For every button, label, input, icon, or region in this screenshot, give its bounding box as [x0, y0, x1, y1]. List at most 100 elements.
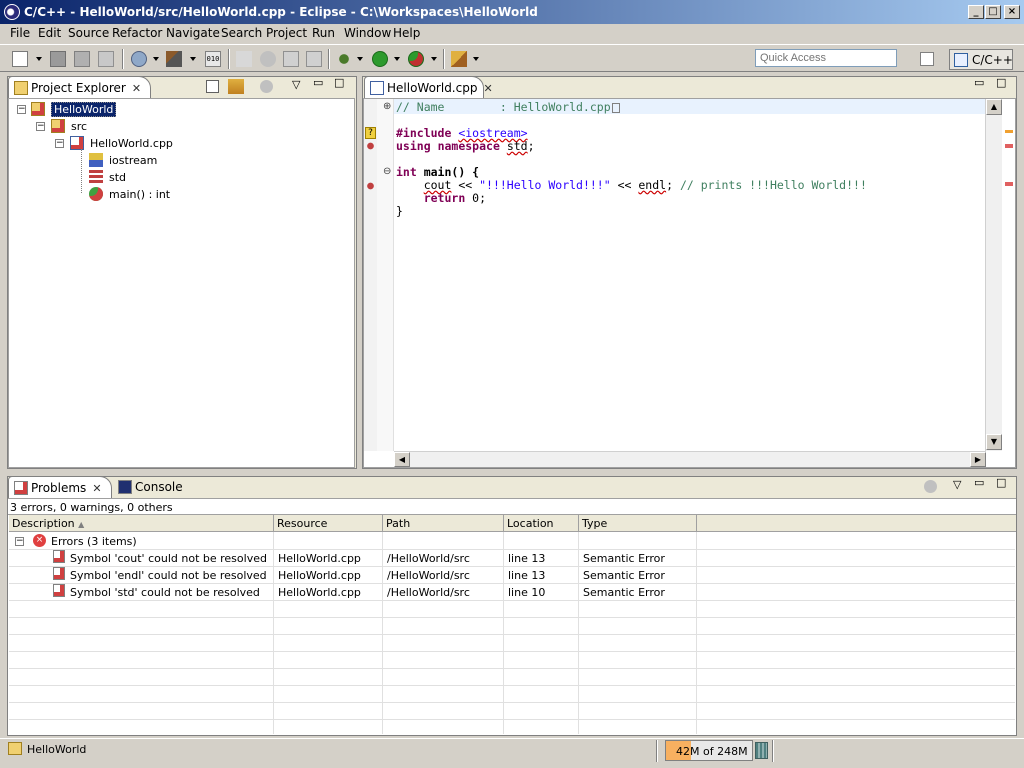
column-header-resource[interactable]: Resource [274, 515, 383, 532]
menu-help[interactable]: Help [393, 26, 420, 40]
edit-icon[interactable] [236, 51, 252, 67]
collapse-fold-icon[interactable]: ⊖ [383, 166, 391, 177]
collapse-all-icon[interactable] [206, 80, 219, 93]
error-bug-marker-icon[interactable] [364, 140, 377, 152]
warning-marker-icon[interactable]: ? [365, 127, 376, 139]
problem-description[interactable]: Symbol 'cout' could not be resolved [70, 552, 267, 565]
garbage-collect-trash-icon[interactable] [755, 742, 768, 759]
group-label[interactable]: Errors (3 items) [51, 535, 137, 548]
problem-description[interactable]: Symbol 'std' could not be resolved [70, 586, 260, 599]
eclipse-logo-icon [4, 4, 20, 20]
filter-icon[interactable] [260, 80, 273, 93]
collapse-group-icon[interactable]: − [15, 537, 24, 546]
column-header-type[interactable]: Type [579, 515, 697, 532]
column-header-description[interactable]: Description ▲ [9, 515, 274, 532]
tree-item-iostream[interactable]: iostream [109, 154, 157, 167]
close-button[interactable]: × [1004, 5, 1020, 19]
column-header-location[interactable]: Location [504, 515, 579, 532]
scroll-right-icon[interactable]: ▶ [970, 452, 986, 467]
problem-path: /HelloWorld/src [387, 569, 470, 582]
error-overview-marker[interactable] [1005, 182, 1013, 186]
minimize-view-button[interactable]: ▭ [313, 76, 323, 89]
column-header-path[interactable]: Path [383, 515, 504, 532]
configurations-dropdown-icon[interactable] [153, 57, 159, 61]
minimize-view-button[interactable]: ▭ [974, 476, 984, 489]
minimize-editor-button[interactable]: ▭ [974, 76, 984, 89]
view-menu-icon[interactable]: ▽ [292, 78, 300, 91]
warning-overview-marker[interactable] [1005, 130, 1013, 133]
expand-fold-icon[interactable]: ⊕ [383, 101, 391, 112]
maximize-view-button[interactable]: □ [996, 476, 1006, 489]
build-hammer-icon[interactable] [166, 51, 182, 67]
vertical-scrollbar[interactable]: ▲ ▼ [985, 99, 1002, 451]
tab-project-explorer[interactable]: Project Explorer ✕ [8, 76, 151, 98]
new-icon[interactable] [12, 51, 28, 67]
menu-edit[interactable]: Edit [38, 26, 61, 40]
close-tab-icon[interactable]: ✕ [132, 82, 141, 95]
horizontal-scrollbar[interactable]: ◀ ▶ [394, 451, 986, 467]
binary-icon[interactable]: 010 [205, 51, 221, 67]
code-text: 0; [465, 191, 487, 205]
tree-item-helloworld[interactable]: HelloWorld [51, 102, 117, 117]
include-path: <iostream> [458, 126, 528, 140]
folding-ruler [377, 99, 394, 451]
filter-icon[interactable] [924, 480, 937, 493]
menu-navigate[interactable]: Navigate [166, 26, 220, 40]
error-bug-marker-icon[interactable] [364, 180, 377, 192]
menu-refactor[interactable]: Refactor [112, 26, 162, 40]
show-whitespace-icon[interactable] [283, 51, 299, 67]
tree-item-src[interactable]: src [71, 120, 87, 133]
debug-dropdown-icon[interactable] [357, 57, 363, 61]
maximize-button[interactable]: □ [985, 5, 1001, 19]
menu-source[interactable]: Source [68, 26, 109, 40]
error-file-icon [53, 550, 65, 563]
collapse-icon[interactable]: − [55, 139, 64, 148]
external-tools-dropdown-icon[interactable] [431, 57, 437, 61]
external-tools-icon[interactable] [408, 51, 424, 67]
search-flashlight-icon[interactable] [451, 51, 467, 67]
scroll-up-icon[interactable]: ▲ [986, 99, 1002, 115]
run-dropdown-icon[interactable] [394, 57, 400, 61]
maximize-view-button[interactable]: □ [334, 76, 344, 89]
new-dropdown-icon[interactable] [36, 57, 42, 61]
maximize-editor-button[interactable]: □ [996, 76, 1006, 89]
manage-configurations-icon[interactable] [131, 51, 147, 67]
search-dropdown-icon[interactable] [473, 57, 479, 61]
quick-access-input[interactable] [755, 49, 897, 67]
paragraph-icon[interactable] [306, 51, 322, 67]
minimize-button[interactable]: _ [968, 5, 984, 19]
scroll-down-icon[interactable]: ▼ [986, 434, 1002, 450]
scroll-left-icon[interactable]: ◀ [394, 452, 410, 467]
build-dropdown-icon[interactable] [190, 57, 196, 61]
menu-project[interactable]: Project [266, 26, 307, 40]
run-icon[interactable] [372, 51, 388, 67]
save-icon[interactable] [50, 51, 66, 67]
menu-search[interactable]: Search [221, 26, 262, 40]
tree-item-std[interactable]: std [109, 171, 126, 184]
collapse-icon[interactable]: − [36, 122, 45, 131]
open-perspective-icon[interactable] [920, 52, 934, 66]
code-editor[interactable] [363, 98, 1016, 468]
menu-file[interactable]: File [10, 26, 30, 40]
view-menu-icon[interactable]: ▽ [953, 478, 961, 491]
menu-run[interactable]: Run [312, 26, 335, 40]
tree-item-main[interactable]: main() : int [109, 188, 170, 201]
collapse-icon[interactable]: − [17, 105, 26, 114]
close-tab-icon[interactable]: ✕ [92, 482, 101, 495]
tab-helloworld-cpp[interactable]: HelloWorld.cpp ✕ [364, 76, 493, 98]
cpp-perspective-icon [954, 53, 968, 67]
tab-console[interactable]: Console [113, 476, 193, 498]
problem-description[interactable]: Symbol 'endl' could not be resolved [70, 569, 267, 582]
menu-window[interactable]: Window [344, 26, 391, 40]
perspective-cpp-button[interactable]: C/C++ [949, 49, 1013, 70]
close-tab-icon[interactable]: ✕ [483, 82, 492, 95]
print-icon[interactable] [98, 51, 114, 67]
tree-item-helloworld-cpp[interactable]: HelloWorld.cpp [90, 137, 173, 150]
save-all-icon[interactable] [74, 51, 90, 67]
debug-bug-icon[interactable] [336, 51, 352, 67]
toggle-mark-icon[interactable] [260, 51, 276, 67]
tab-problems[interactable]: Problems ✕ [8, 476, 112, 498]
error-overview-marker[interactable] [1005, 144, 1013, 148]
heap-status[interactable]: 42M of 248M [665, 740, 753, 761]
link-with-editor-icon[interactable] [228, 79, 244, 94]
